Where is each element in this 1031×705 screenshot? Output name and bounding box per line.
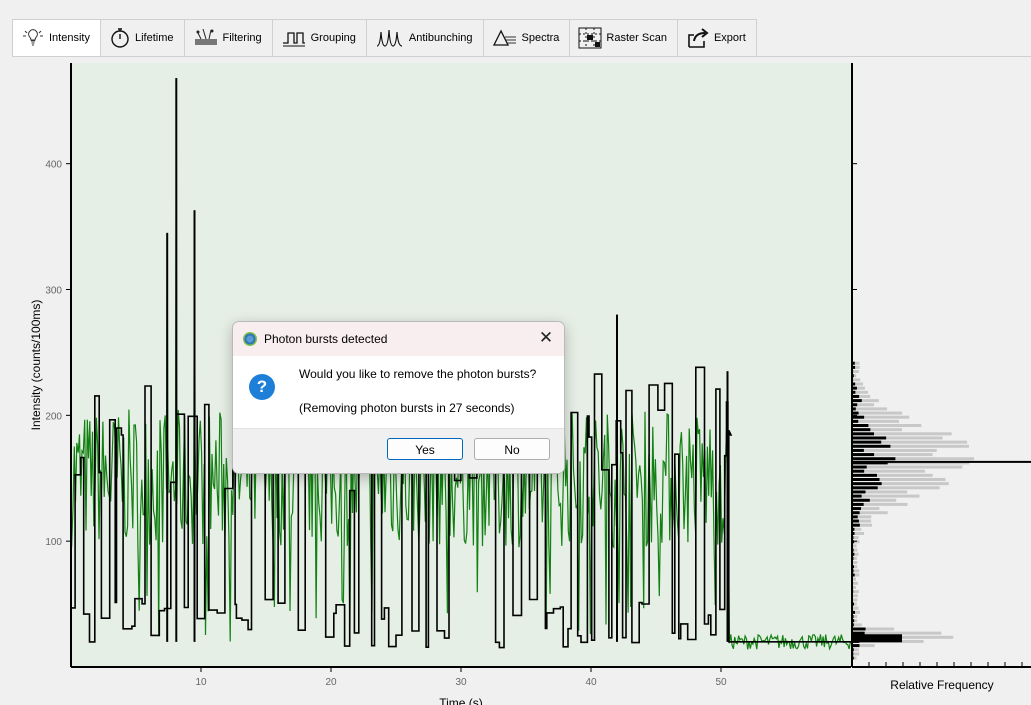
histogram-bar-gray	[852, 412, 902, 415]
photon-bursts-dialog: Photon bursts detected ✕ ? Would you lik…	[232, 321, 565, 474]
histogram-peak-bar	[852, 461, 1031, 463]
histogram-bar-gray	[852, 407, 887, 410]
tab-label: Grouping	[311, 32, 356, 44]
y-tick-label: 200	[45, 411, 62, 422]
histogram-bar-black	[852, 424, 868, 427]
histogram-bar-black	[852, 482, 882, 485]
tab-label: Lifetime	[135, 32, 174, 44]
histogram-bar-black	[852, 428, 870, 431]
histogram-bar-black	[852, 436, 886, 439]
grouping-icon	[281, 28, 311, 48]
histogram-bar-gray	[852, 632, 941, 635]
tab-antibunching[interactable]: Antibunching	[366, 19, 484, 56]
tab-lifetime[interactable]: Lifetime	[100, 19, 185, 56]
histogram-bar-black	[852, 490, 865, 493]
y-axis-label: Intensity (counts/100ms)	[29, 300, 43, 431]
histogram-bar-black	[852, 445, 890, 448]
histogram-bar-black	[852, 395, 859, 398]
x-tick-label: 50	[715, 677, 727, 688]
dialog-title: Photon bursts detected	[264, 332, 387, 346]
histogram-bar-black	[852, 474, 877, 477]
prism-icon	[492, 28, 522, 48]
dialog-countdown: (Removing photon bursts in 27 seconds)	[299, 401, 514, 415]
histogram-bar-gray	[852, 378, 860, 381]
tab-label: Intensity	[49, 32, 90, 44]
export-icon	[686, 27, 714, 49]
histogram-bar-black	[852, 432, 874, 435]
histogram-bar-black	[852, 495, 862, 498]
tab-spectra[interactable]: Spectra	[483, 19, 571, 56]
histogram-bar-black	[852, 478, 880, 481]
histogram-bar-black	[852, 503, 864, 506]
y-tick-label: 300	[45, 286, 62, 297]
tab-bar: Intensity Lifetime Filtering Grouping Antibu…	[12, 19, 756, 57]
histogram-bar-gray	[852, 420, 899, 423]
tab-raster-scan[interactable]: Raster Scan	[569, 19, 678, 56]
histogram-bar-black	[852, 453, 874, 456]
histogram-bar-black	[852, 524, 860, 527]
raster-scan-icon	[578, 27, 606, 49]
tab-export[interactable]: Export	[677, 19, 757, 56]
histogram-bar-black	[852, 470, 864, 473]
histogram-bar-black	[852, 441, 881, 444]
tab-label: Raster Scan	[606, 32, 667, 44]
histogram-bar-gray	[852, 495, 919, 498]
y-tick-label: 400	[45, 160, 62, 171]
histogram-peak-bar	[852, 634, 902, 642]
x-tick-label: 30	[455, 677, 467, 688]
histogram-bar-black	[852, 632, 865, 635]
histogram-bar-black	[852, 520, 859, 523]
yes-button[interactable]: Yes	[387, 438, 463, 460]
histogram-background	[852, 63, 1031, 667]
tab-label: Spectra	[522, 32, 560, 44]
y-tick-label: 100	[45, 537, 62, 548]
app-icon	[243, 332, 257, 346]
histogram-bar-black	[852, 507, 861, 510]
histogram-bar-black	[852, 416, 864, 419]
dialog-body: ? Would you like to remove the photon bu…	[233, 356, 564, 428]
tab-grouping[interactable]: Grouping	[272, 19, 367, 56]
histogram-bar-gray	[852, 466, 962, 469]
x-tick-label: 20	[325, 677, 337, 688]
dialog-title-bar: Photon bursts detected ✕	[233, 322, 564, 356]
stopwatch-icon	[109, 27, 135, 49]
tab-label: Export	[714, 32, 746, 44]
histogram-bar-gray	[852, 449, 937, 452]
dialog-button-row: Yes No	[233, 428, 564, 473]
tab-label: Filtering	[223, 32, 262, 44]
histogram-bar-black	[852, 644, 859, 647]
histogram-bar-black	[852, 486, 878, 489]
histogram-bar-black	[852, 449, 864, 452]
tab-filtering[interactable]: Filtering	[184, 19, 273, 56]
histogram-bar-black	[852, 466, 867, 469]
no-button[interactable]: No	[474, 438, 550, 460]
tab-intensity[interactable]: Intensity	[12, 19, 101, 56]
histogram-bar-black	[852, 511, 860, 514]
x-tick-label: 40	[585, 677, 597, 688]
antibunching-icon	[375, 28, 409, 48]
histogram-bar-black	[852, 457, 895, 460]
filter-icon	[193, 27, 223, 49]
histogram-x-axis-label: Relative Frequency	[890, 678, 993, 692]
close-icon[interactable]: ✕	[538, 330, 554, 346]
histogram-bar-black	[852, 399, 862, 402]
histogram-bar-black	[852, 627, 866, 630]
tab-label: Antibunching	[409, 32, 473, 44]
histogram-bar-black	[852, 499, 870, 502]
lightbulb-icon	[21, 28, 49, 48]
dialog-message: Would you like to remove the photon burs…	[299, 367, 536, 381]
question-icon: ?	[249, 374, 275, 400]
x-tick-label: 10	[195, 677, 207, 688]
